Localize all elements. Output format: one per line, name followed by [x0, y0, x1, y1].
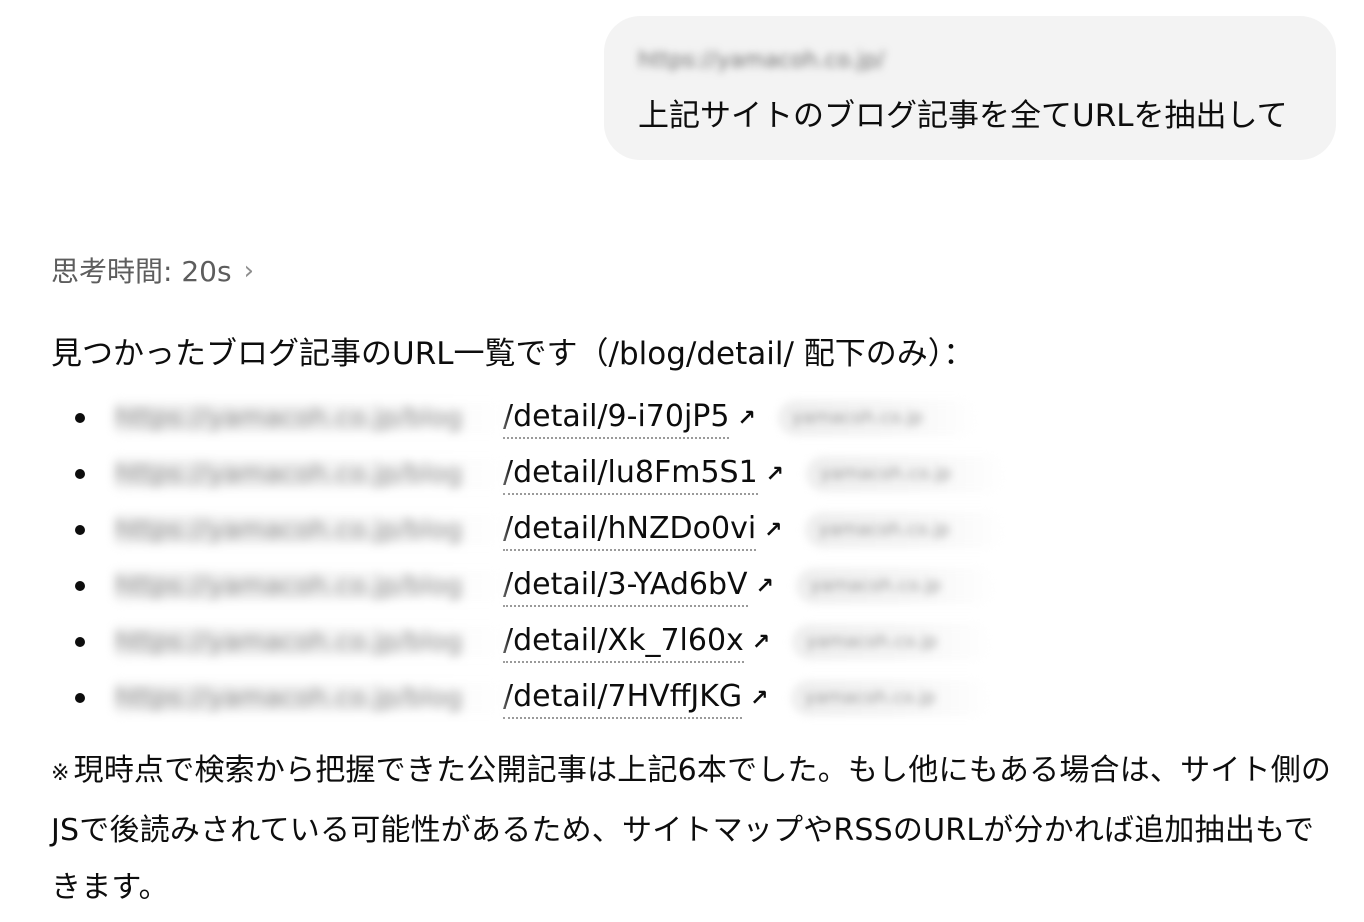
list-item: https://yamacoh.co.jp/blog /detail/lu8Fm…: [51, 446, 1007, 502]
blog-url-link[interactable]: https://yamacoh.co.jp/blog /detail/7HVff…: [115, 677, 769, 719]
arrow-up-right-icon: ↗: [765, 461, 785, 487]
thinking-label: 思考時間: 20s: [51, 255, 232, 288]
list-item: https://yamacoh.co.jp/blog /detail/9-i70…: [51, 390, 1006, 446]
bullet-icon: [75, 469, 85, 479]
list-item: https://yamacoh.co.jp/blog /detail/Xk_7l…: [51, 614, 1006, 670]
chat-page: https://yamacoh.co.jp/ 上記サイトのブログ記事を全てURL…: [0, 0, 1364, 922]
bullet-icon: [75, 525, 85, 535]
user-message-text: 上記サイトのブログ記事を全てURLを抽出して: [638, 98, 1288, 134]
note-mark: ※: [51, 761, 70, 786]
list-item: https://yamacoh.co.jp/blog /detail/hNZDo…: [51, 502, 1006, 558]
bullet-icon: [75, 581, 85, 591]
blog-url-link[interactable]: https://yamacoh.co.jp/blog /detail/3-YAd…: [115, 565, 774, 607]
thinking-toggle[interactable]: 思考時間: 20s ›: [51, 252, 254, 292]
blurred-url-prefix: https://yamacoh.co.jp/blog: [115, 683, 503, 713]
source-chip[interactable]: yamacoh.co.jp: [777, 400, 978, 436]
arrow-up-right-icon: ↗: [751, 629, 771, 655]
blurred-url-prefix: https://yamacoh.co.jp/blog: [115, 403, 503, 433]
bullet-icon: [75, 637, 85, 647]
arrow-up-right-icon: ↗: [737, 405, 756, 431]
blog-url-link[interactable]: https://yamacoh.co.jp/blog /detail/9-i70…: [115, 397, 756, 439]
source-chip[interactable]: yamacoh.co.jp: [796, 568, 997, 604]
url-path: /detail/Xk_7l60x: [503, 621, 744, 663]
source-chip[interactable]: yamacoh.co.jp: [790, 680, 991, 716]
url-path: /detail/3-YAd6bV: [503, 565, 748, 607]
blog-url-link[interactable]: https://yamacoh.co.jp/blog /detail/lu8Fm…: [115, 453, 784, 495]
source-chip[interactable]: yamacoh.co.jp: [804, 512, 1005, 548]
arrow-up-right-icon: ↗: [755, 573, 775, 599]
chevron-right-icon: ›: [243, 256, 254, 286]
blog-url-link[interactable]: https://yamacoh.co.jp/blog /detail/Xk_7l…: [115, 621, 770, 663]
source-chip[interactable]: yamacoh.co.jp: [806, 456, 1007, 492]
arrow-up-right-icon: ↗: [750, 685, 769, 711]
url-path: /detail/hNZDo0vi: [503, 509, 757, 551]
blurred-url-prefix: https://yamacoh.co.jp/blog: [115, 459, 503, 489]
url-path: /detail/9-i70jP5: [503, 397, 730, 439]
url-list: https://yamacoh.co.jp/blog /detail/9-i70…: [51, 390, 1007, 726]
list-item: https://yamacoh.co.jp/blog /detail/3-YAd…: [51, 558, 1006, 614]
arrow-up-right-icon: ↗: [764, 517, 783, 543]
note-text: 現時点で検索から把握できた公開記事は上記6本でした。もし他にもある場合は、サイト…: [51, 753, 1332, 905]
answer-note: ※ 現時点で検索から把握できた公開記事は上記6本でした。もし他にもある場合は、サイ…: [51, 742, 1341, 916]
blurred-url-prefix: https://yamacoh.co.jp/blog: [115, 571, 503, 601]
source-chip[interactable]: yamacoh.co.jp: [792, 624, 993, 660]
bullet-icon: [75, 693, 85, 703]
url-path: /detail/7HVffJKG: [503, 677, 743, 719]
answer-intro: 見つかったブログ記事のURL一覧です（/blog/detail/ 配下のみ）：: [51, 336, 975, 372]
blurred-site-url: https://yamacoh.co.jp/: [638, 48, 885, 73]
url-path: /detail/lu8Fm5S1: [503, 453, 758, 495]
blurred-url-prefix: https://yamacoh.co.jp/blog: [115, 515, 503, 545]
blurred-url-prefix: https://yamacoh.co.jp/blog: [115, 627, 503, 657]
bullet-icon: [75, 413, 85, 423]
user-message-bubble: https://yamacoh.co.jp/ 上記サイトのブログ記事を全てURL…: [604, 16, 1336, 160]
list-item: https://yamacoh.co.jp/blog /detail/7HVff…: [51, 670, 1006, 726]
blog-url-link[interactable]: https://yamacoh.co.jp/blog /detail/hNZDo…: [115, 509, 783, 551]
